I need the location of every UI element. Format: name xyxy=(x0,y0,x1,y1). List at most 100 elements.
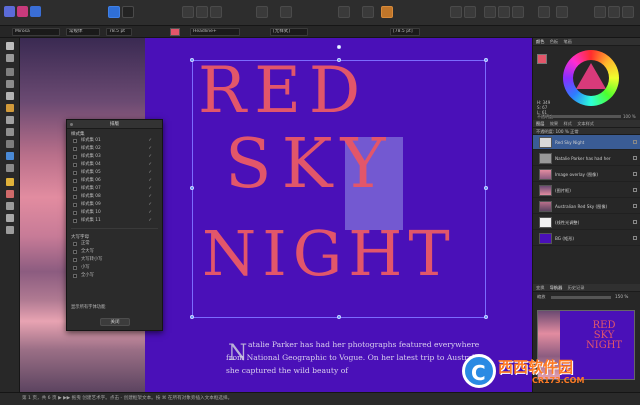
table-tool-icon[interactable] xyxy=(6,68,14,76)
visibility-checkbox[interactable] xyxy=(633,220,637,224)
zoom-slider[interactable] xyxy=(551,296,611,299)
align-left-icon[interactable] xyxy=(484,6,496,18)
case-row[interactable]: 全小写 xyxy=(71,272,158,280)
style-row[interactable]: 样式集 02 ✓ xyxy=(71,145,158,153)
style-row[interactable]: 样式集 01 ✓ xyxy=(71,137,158,145)
checkbox[interactable] xyxy=(73,147,77,151)
show-all-features-checkbox[interactable]: 显示所有字体功能 xyxy=(71,304,105,310)
tab-transform[interactable]: 变换 xyxy=(536,285,544,290)
checkbox[interactable] xyxy=(73,155,77,159)
style-row[interactable]: 样式集 03 ✓ xyxy=(71,153,158,161)
gear-icon[interactable] xyxy=(122,6,134,18)
layer-row[interactable]: Red Sky Night xyxy=(533,135,640,150)
layer-options[interactable]: 不透明度: 100 % 正常 xyxy=(533,128,640,135)
style-row[interactable]: 样式集 07 ✓ xyxy=(71,185,158,193)
dialog-titlebar[interactable]: 排版 xyxy=(67,120,162,129)
ellipse-tool-icon[interactable] xyxy=(6,128,14,136)
styles-section-header[interactable]: 样式集 xyxy=(67,129,162,137)
checkbox[interactable] xyxy=(73,179,77,183)
resize-handle-bl[interactable] xyxy=(190,315,194,319)
preview-mode-button[interactable] xyxy=(196,6,208,18)
radio[interactable] xyxy=(73,250,77,254)
font-family-select[interactable]: Mirosa xyxy=(12,28,60,36)
resize-handle-right[interactable] xyxy=(484,186,488,190)
publisher-persona-icon[interactable] xyxy=(4,6,15,17)
font-size-field[interactable]: 78.5 pt xyxy=(106,28,132,36)
photo-persona-icon[interactable] xyxy=(17,6,28,17)
checkbox[interactable] xyxy=(73,219,77,223)
artistic-text-tool-icon[interactable] xyxy=(6,92,14,100)
hand-tool-icon[interactable] xyxy=(6,214,14,222)
tab-navigator[interactable]: 导航器 xyxy=(550,285,563,290)
boolean-subtract-icon[interactable] xyxy=(608,6,620,18)
text-style-select[interactable]: Headline+ xyxy=(190,28,240,36)
color-picker-tool-icon[interactable] xyxy=(6,202,14,210)
boolean-add-icon[interactable] xyxy=(594,6,606,18)
tab-layers[interactable]: 图层 xyxy=(536,121,544,126)
opacity-slider[interactable] xyxy=(551,115,621,118)
checkbox[interactable] xyxy=(73,139,77,143)
pen-tool-icon[interactable] xyxy=(6,104,14,112)
paragraph-style-select[interactable]: [无样式] xyxy=(270,28,308,36)
checkbox[interactable] xyxy=(73,211,77,215)
spread-view-button[interactable] xyxy=(210,6,222,18)
radio[interactable] xyxy=(73,258,77,262)
frame-text-tool-icon[interactable] xyxy=(6,80,14,88)
place-image-tool-icon[interactable] xyxy=(6,164,14,172)
view-mode-button[interactable] xyxy=(182,6,194,18)
style-row[interactable]: 样式集 10 ✓ xyxy=(71,209,158,217)
visibility-checkbox[interactable] xyxy=(633,172,637,176)
snapping-icon[interactable] xyxy=(280,6,292,18)
arrange-forward-icon[interactable] xyxy=(464,6,476,18)
layer-row[interactable]: Image overlay (图像) xyxy=(533,167,640,182)
rotate-icon[interactable] xyxy=(556,6,568,18)
tab-text-styles[interactable]: 文本样式 xyxy=(577,121,594,126)
tab-effects[interactable]: 效果 xyxy=(550,121,558,126)
align-center-icon[interactable] xyxy=(498,6,510,18)
close-button[interactable]: 关闭 xyxy=(100,318,130,326)
leading-field[interactable]: [78.5 pt] xyxy=(390,28,420,36)
text-frame-icon[interactable] xyxy=(256,6,268,18)
tab-history[interactable]: 历史记录 xyxy=(568,285,585,290)
resize-handle-bottom[interactable] xyxy=(337,315,341,319)
visibility-checkbox[interactable] xyxy=(633,236,637,240)
style-row[interactable]: 样式集 06 ✓ xyxy=(71,177,158,185)
flip-icon[interactable] xyxy=(538,6,550,18)
designer-persona-icon[interactable] xyxy=(30,6,41,17)
transparency-tool-icon[interactable] xyxy=(6,190,14,198)
resize-handle-left[interactable] xyxy=(190,186,194,190)
checkbox[interactable] xyxy=(73,203,77,207)
tab-styles[interactable]: 样式 xyxy=(563,121,571,126)
layer-row[interactable]: BG (矩形) xyxy=(533,231,640,246)
radio[interactable] xyxy=(73,274,77,278)
resize-handle-tr[interactable] xyxy=(484,58,488,62)
tab-stroke[interactable]: 笔画 xyxy=(563,39,571,44)
shape-tool-icon[interactable] xyxy=(6,140,14,148)
color-wheel[interactable] xyxy=(563,50,619,106)
fill-color-icon[interactable] xyxy=(381,6,393,18)
style-row[interactable]: 样式集 11 ✓ xyxy=(71,217,158,225)
style-row[interactable]: 样式集 05 ✓ xyxy=(71,169,158,177)
resize-handle-top[interactable] xyxy=(337,58,341,62)
visibility-checkbox[interactable] xyxy=(633,204,637,208)
case-section-header[interactable]: 大写字母 xyxy=(67,232,162,240)
align-right-icon[interactable] xyxy=(512,6,524,18)
close-icon[interactable] xyxy=(70,123,73,126)
picture-frame-tool-icon[interactable] xyxy=(6,152,14,160)
style-row[interactable]: 样式集 09 ✓ xyxy=(71,201,158,209)
zoom-tool-icon[interactable] xyxy=(6,226,14,234)
resize-handle-tl[interactable] xyxy=(190,58,194,62)
selection-bounding-box[interactable] xyxy=(192,60,486,318)
case-row[interactable]: 全大写 xyxy=(71,248,158,256)
node-tool-icon[interactable] xyxy=(6,54,14,62)
color-swatch-button[interactable] xyxy=(362,6,374,18)
style-row[interactable]: 样式集 04 ✓ xyxy=(71,161,158,169)
rectangle-tool-icon[interactable] xyxy=(6,116,14,124)
saturation-triangle[interactable] xyxy=(576,63,606,89)
tab-swatches[interactable]: 色板 xyxy=(550,39,558,44)
link-icon[interactable] xyxy=(338,6,350,18)
layer-row[interactable]: Natalie Parker has had her xyxy=(533,151,640,166)
text-color-swatch[interactable] xyxy=(170,28,180,36)
move-tool-icon[interactable] xyxy=(6,42,14,50)
checkbox[interactable] xyxy=(73,195,77,199)
